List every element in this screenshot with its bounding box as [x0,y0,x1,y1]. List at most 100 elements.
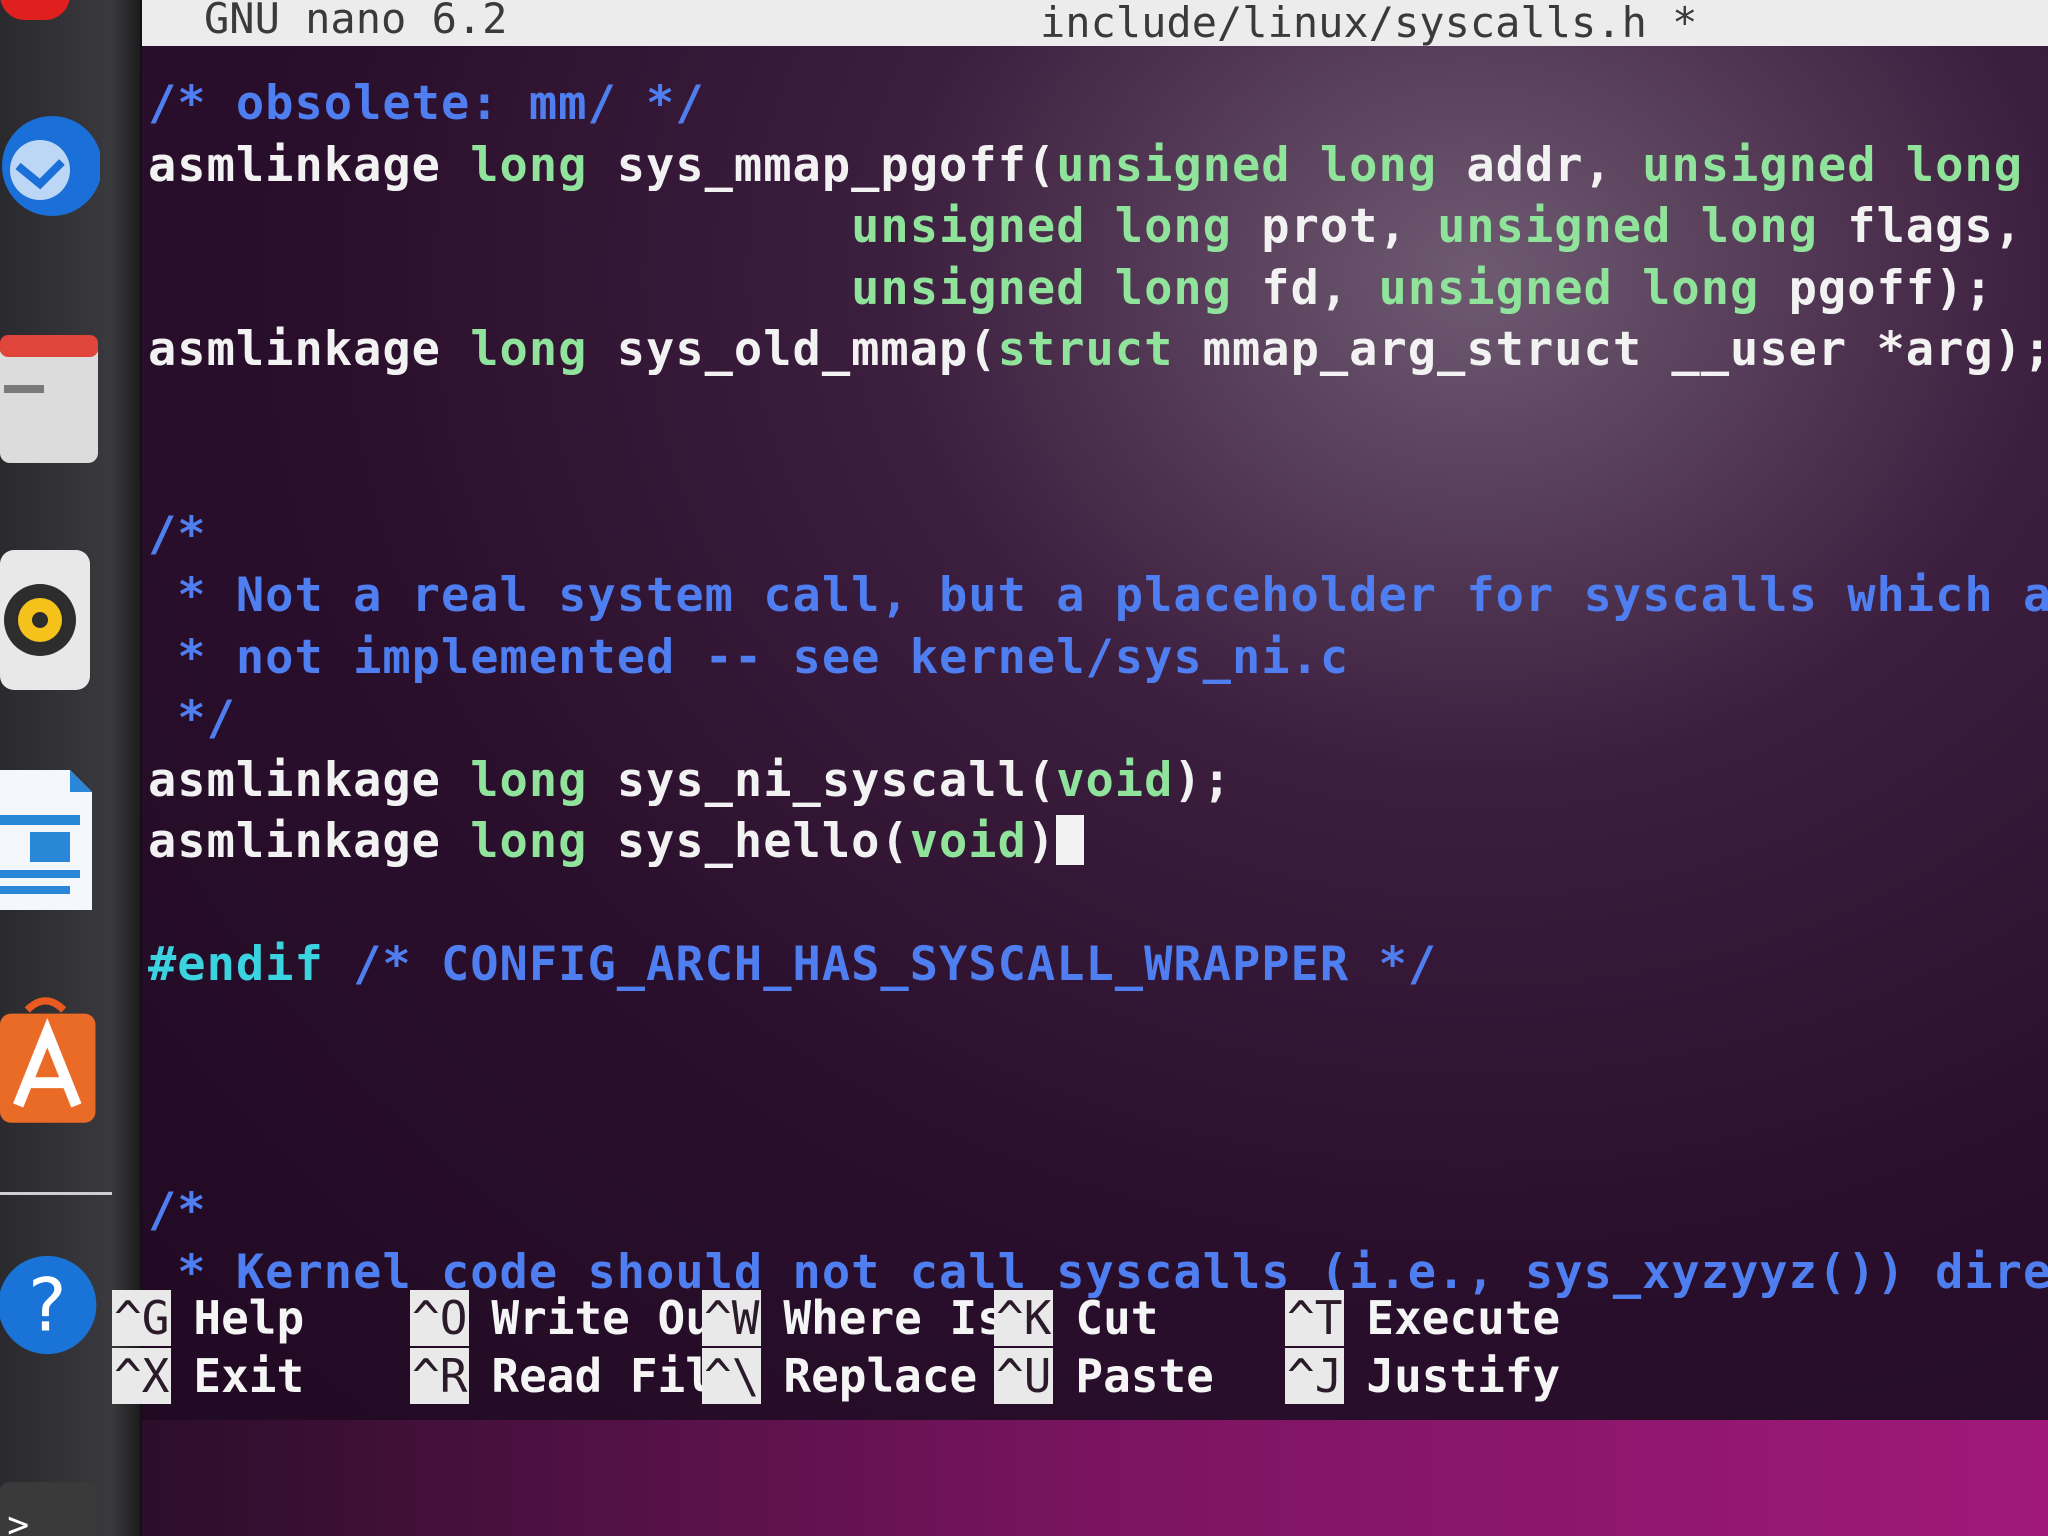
code-token: ); [1173,752,1232,808]
thunderbird-icon[interactable] [0,100,100,230]
code-token: asmlinkage [148,322,471,377]
code-token: asmlinkage [148,137,471,193]
code-line[interactable]: /* [148,1183,207,1239]
shortcut-justify[interactable]: ^J Justify [1285,1348,1560,1404]
shortcut-label: Execute [1366,1291,1561,1345]
shortcut-key: ^K [994,1290,1054,1346]
code-line[interactable]: asmlinkage long sys_old_mmap(struct mmap… [148,322,2048,378]
code-token: /* [148,506,207,562]
shortcut-label: Cut [1075,1291,1159,1345]
shortcut-key: ^U [994,1348,1054,1404]
code-token: * not implemented -- see kernel/sys_ni.c [148,629,1350,685]
code-line[interactable]: * not implemented -- see kernel/sys_ni.c [148,630,1349,686]
shortcut-label: Exit [193,1349,305,1403]
shortcut-key: ^J [1285,1348,1345,1404]
shortcut-key: ^W [702,1290,762,1346]
shortcut-exit[interactable]: ^X Exit [112,1348,304,1404]
code-line[interactable]: /* obsolete: mm/ */ [148,76,705,132]
code-token: long [470,814,588,869]
editor-text-area[interactable]: /* obsolete: mm/ */ asmlinkage long sys_m… [142,46,2048,1300]
code-token: mmap_arg_struct __user *arg); [1173,322,2048,377]
shortcut-where-is[interactable]: ^W Where Is [702,1290,1005,1346]
code-line[interactable]: /* [148,507,207,563]
shortcut-label: Replace [783,1349,978,1403]
dock-separator [0,1192,112,1195]
svg-text:?: ? [28,1263,67,1348]
file-name: include/linux/syscalls.h * [1040,0,1698,47]
code-line[interactable]: unsigned long fd, unsigned long pgoff); [148,261,1994,317]
terminal-window[interactable]: GNU nano 6.2 include/linux/syscalls.h * … [112,0,2048,1420]
help-icon[interactable]: ? [0,1240,100,1370]
writer-icon[interactable] [0,770,100,910]
code-token: unsigned long [851,260,1232,316]
code-token: */ [148,691,236,746]
text-cursor [1056,815,1085,865]
code-line[interactable]: asmlinkage long sys_hello(void) [148,814,1085,870]
shortcut-label: Where Is [783,1291,1005,1345]
code-token: flags, [1817,199,2023,254]
code-token: long [470,322,588,377]
code-token: prot, [1231,199,1438,254]
code-token: unsigned long [1437,199,1818,254]
shortcut-key: ^R [410,1348,470,1404]
shortcut-help[interactable]: ^G Help [112,1290,304,1346]
shortcut-label: Justify [1366,1349,1561,1403]
code-token: #endif [148,937,324,992]
shortcut-write-out[interactable]: ^O Write Out [410,1290,741,1346]
editor-version: GNU nano 6.2 [204,0,508,43]
shortcut-execute[interactable]: ^T Execute [1285,1290,1560,1346]
shortcut-paste[interactable]: ^U Paste [994,1348,1214,1404]
code-line[interactable]: asmlinkage long sys_mmap_pgoff(unsigned … [148,138,2048,194]
app-center-icon[interactable] [0,995,100,1125]
rhythmbox-icon[interactable] [0,550,100,690]
code-token: /* [148,1183,207,1238]
code-token: struct [997,322,1174,377]
code-line[interactable]: unsigned long prot, unsigned long flags, [148,199,2023,255]
code-token: void [1056,752,1174,808]
code-token: * Not a real system call, but a placehol… [148,568,2048,623]
shortcut-cut[interactable]: ^K Cut [994,1290,1158,1346]
code-token: long [470,137,588,193]
code-token: unsigned long [1378,260,1760,316]
shortcut-key: ^T [1285,1290,1345,1346]
shortcut-key: ^X [112,1348,172,1404]
desktop-wallpaper [142,1420,2048,1536]
code-token: fd, [1231,260,1379,316]
dock-indicator [0,0,70,20]
code-token: len, [2023,138,2048,193]
code-line[interactable]: */ [148,691,236,747]
code-token: addr, [1437,137,1643,193]
code-token: unsigned long [1056,137,1438,193]
code-token: long [470,752,588,808]
code-token: asmlinkage [148,814,471,869]
code-token: asmlinkage [148,752,471,808]
code-line[interactable]: #endif /* CONFIG_ARCH_HAS_SYSCALL_WRAPPE… [148,937,1437,993]
shortcut-key: ^\ [702,1348,762,1404]
code-token: sys_old_mmap( [587,322,998,377]
code-token: unsigned long [851,199,1232,254]
code-line[interactable]: asmlinkage long sys_ni_syscall(void); [148,753,1232,809]
shortcut-read-file[interactable]: ^R Read File [410,1348,741,1404]
code-token: pgoff); [1759,260,1994,316]
code-token: sys_mmap_pgoff( [587,137,1057,193]
desktop-screen: ? >_ GNU nano 6.2 include/linux/syscalls… [0,0,2048,1536]
code-token: sys_hello( [587,814,910,869]
shortcut-key: ^G [112,1290,172,1346]
shortcut-label: Help [193,1291,305,1345]
code-line[interactable]: * Not a real system call, but a placehol… [148,568,2048,624]
code-token: /* CONFIG_ARCH_HAS_SYSCALL_WRAPPER */ [323,937,1438,992]
code-token: sys_ni_syscall( [587,752,1057,808]
code-token: /* obsolete: mm/ */ [148,76,705,131]
terminal-icon[interactable]: >_ [0,1440,100,1536]
shortcut-bar: ^G Help ^X Exit ^O Write Out ^R Read File ^W Wher… [112,1290,2048,1420]
shortcut-replace[interactable]: ^\ Replace [702,1348,977,1404]
code-token: ) [1026,814,1057,869]
svg-text:>_: >_ [7,1503,51,1536]
shortcut-label: Paste [1075,1349,1214,1403]
code-token: unsigned long [1642,137,2023,193]
shortcut-key: ^O [410,1290,470,1346]
files-icon[interactable] [0,330,100,463]
code-token: void [909,814,1027,869]
